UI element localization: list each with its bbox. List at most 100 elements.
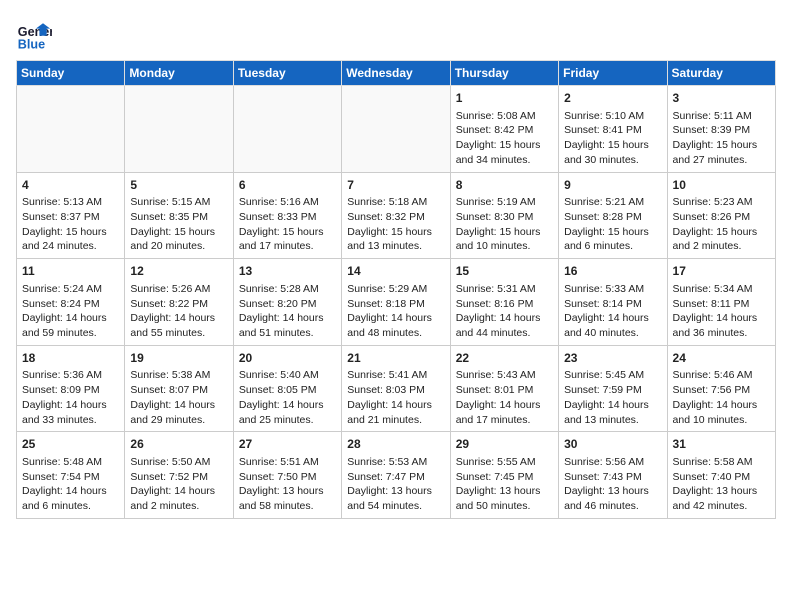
day-info-line: Sunrise: 5:34 AM: [673, 282, 770, 297]
calendar-cell: 27 Sunrise: 5:51 AMSunset: 7:50 PMDayligh…: [233, 432, 341, 519]
day-info-line: Daylight: 13 hours: [239, 484, 336, 499]
day-info-line: Daylight: 15 hours: [673, 225, 770, 240]
day-info-line: and 46 minutes.: [564, 499, 661, 514]
day-info-line: Sunset: 7:45 PM: [456, 470, 553, 485]
day-info-line: and 50 minutes.: [456, 499, 553, 514]
calendar-cell: 23Sunrise: 5:45 AMSunset: 7:59 PMDayligh…: [559, 345, 667, 432]
day-info-line: Sunset: 8:09 PM: [22, 383, 119, 398]
day-number: 27: [239, 436, 336, 453]
day-info-line: Sunrise: 5:38 AM: [130, 368, 227, 383]
day-info-line: and 17 minutes.: [239, 239, 336, 254]
day-info-line: Sunrise: 5:41 AM: [347, 368, 444, 383]
day-info-line: Sunrise: 5:43 AM: [456, 368, 553, 383]
day-info-line: and 27 minutes.: [673, 153, 770, 168]
calendar-cell: 12Sunrise: 5:26 AMSunset: 8:22 PMDayligh…: [125, 259, 233, 346]
calendar-cell: 7Sunrise: 5:18 AMSunset: 8:32 PMDaylight…: [342, 172, 450, 259]
day-info-line: Sunrise: 5:24 AM: [22, 282, 119, 297]
day-number: 25: [22, 436, 119, 453]
day-number: 1: [456, 90, 553, 107]
day-number: 26: [130, 436, 227, 453]
calendar-cell: 10Sunrise: 5:23 AMSunset: 8:26 PMDayligh…: [667, 172, 775, 259]
col-header-saturday: Saturday: [667, 61, 775, 86]
calendar-cell: 9Sunrise: 5:21 AMSunset: 8:28 PMDaylight…: [559, 172, 667, 259]
day-number: 13: [239, 263, 336, 280]
col-header-monday: Monday: [125, 61, 233, 86]
day-info-line: Sunset: 7:50 PM: [239, 470, 336, 485]
day-info-line: Sunset: 8:03 PM: [347, 383, 444, 398]
day-info-line: Sunrise: 5:08 AM: [456, 109, 553, 124]
day-number: 9: [564, 177, 661, 194]
day-info-line: Daylight: 13 hours: [456, 484, 553, 499]
day-info-line: Sunrise: 5:18 AM: [347, 195, 444, 210]
day-info-line: Daylight: 14 hours: [22, 484, 119, 499]
day-info-line: Daylight: 14 hours: [564, 398, 661, 413]
day-info-line: Sunset: 8:16 PM: [456, 297, 553, 312]
day-info-line: Daylight: 14 hours: [130, 398, 227, 413]
calendar-cell: 4Sunrise: 5:13 AMSunset: 8:37 PMDaylight…: [17, 172, 125, 259]
day-info-line: Sunset: 8:24 PM: [22, 297, 119, 312]
calendar-cell: 16Sunrise: 5:33 AMSunset: 8:14 PMDayligh…: [559, 259, 667, 346]
day-info-line: Daylight: 14 hours: [347, 398, 444, 413]
day-info-line: Sunset: 8:05 PM: [239, 383, 336, 398]
day-info-line: Sunrise: 5:51 AM: [239, 455, 336, 470]
calendar-cell: 5Sunrise: 5:15 AMSunset: 8:35 PMDaylight…: [125, 172, 233, 259]
day-info-line: Sunrise: 5:16 AM: [239, 195, 336, 210]
calendar-table: SundayMondayTuesdayWednesdayThursdayFrid…: [16, 60, 776, 519]
day-info-line: Sunrise: 5:36 AM: [22, 368, 119, 383]
day-info-line: Sunset: 8:28 PM: [564, 210, 661, 225]
day-info-line: Daylight: 14 hours: [239, 311, 336, 326]
col-header-friday: Friday: [559, 61, 667, 86]
day-info-line: Sunset: 8:20 PM: [239, 297, 336, 312]
day-info-line: Sunrise: 5:26 AM: [130, 282, 227, 297]
day-info-line: Sunset: 7:47 PM: [347, 470, 444, 485]
day-info-line: and 58 minutes.: [239, 499, 336, 514]
calendar-cell: 11Sunrise: 5:24 AMSunset: 8:24 PMDayligh…: [17, 259, 125, 346]
calendar-cell: 30Sunrise: 5:56 AMSunset: 7:43 PMDayligh…: [559, 432, 667, 519]
day-info-line: Daylight: 15 hours: [22, 225, 119, 240]
day-info-line: Daylight: 13 hours: [564, 484, 661, 499]
day-info-line: Sunset: 8:30 PM: [456, 210, 553, 225]
day-info-line: and 34 minutes.: [456, 153, 553, 168]
day-info-line: Daylight: 14 hours: [673, 398, 770, 413]
day-info-line: and 42 minutes.: [673, 499, 770, 514]
day-number: 30: [564, 436, 661, 453]
day-info-line: and 13 minutes.: [564, 413, 661, 428]
day-info-line: Sunrise: 5:21 AM: [564, 195, 661, 210]
day-info-line: Daylight: 15 hours: [239, 225, 336, 240]
day-info-line: and 59 minutes.: [22, 326, 119, 341]
day-info-line: and 6 minutes.: [564, 239, 661, 254]
day-info-line: Sunrise: 5:19 AM: [456, 195, 553, 210]
calendar-header-row: SundayMondayTuesdayWednesdayThursdayFrid…: [17, 61, 776, 86]
day-info-line: Daylight: 15 hours: [564, 225, 661, 240]
day-info-line: Sunrise: 5:28 AM: [239, 282, 336, 297]
calendar-cell: 15Sunrise: 5:31 AMSunset: 8:16 PMDayligh…: [450, 259, 558, 346]
day-number: 6: [239, 177, 336, 194]
day-info-line: Sunrise: 5:48 AM: [22, 455, 119, 470]
day-info-line: Sunrise: 5:56 AM: [564, 455, 661, 470]
day-info-line: Daylight: 15 hours: [456, 138, 553, 153]
day-info-line: Daylight: 15 hours: [564, 138, 661, 153]
day-number: 29: [456, 436, 553, 453]
day-info-line: Sunrise: 5:29 AM: [347, 282, 444, 297]
calendar-cell: [17, 86, 125, 173]
calendar-week-3: 11Sunrise: 5:24 AMSunset: 8:24 PMDayligh…: [17, 259, 776, 346]
day-info-line: and 54 minutes.: [347, 499, 444, 514]
calendar-cell: 13 Sunrise: 5:28 AMSunset: 8:20 PMDayligh…: [233, 259, 341, 346]
page-header: General Blue: [16, 16, 776, 52]
day-number: 22: [456, 350, 553, 367]
day-info-line: and 13 minutes.: [347, 239, 444, 254]
calendar-cell: 19Sunrise: 5:38 AMSunset: 8:07 PMDayligh…: [125, 345, 233, 432]
day-info-line: Daylight: 14 hours: [673, 311, 770, 326]
day-info-line: Daylight: 15 hours: [347, 225, 444, 240]
day-number: 10: [673, 177, 770, 194]
day-info-line: and 25 minutes.: [239, 413, 336, 428]
day-info-line: and 44 minutes.: [456, 326, 553, 341]
calendar-cell: 26Sunrise: 5:50 AMSunset: 7:52 PMDayligh…: [125, 432, 233, 519]
day-info-line: and 48 minutes.: [347, 326, 444, 341]
day-info-line: Daylight: 14 hours: [22, 311, 119, 326]
day-number: 8: [456, 177, 553, 194]
day-info-line: Daylight: 14 hours: [564, 311, 661, 326]
day-info-line: and 51 minutes.: [239, 326, 336, 341]
day-info-line: Sunrise: 5:45 AM: [564, 368, 661, 383]
calendar-cell: 21Sunrise: 5:41 AMSunset: 8:03 PMDayligh…: [342, 345, 450, 432]
